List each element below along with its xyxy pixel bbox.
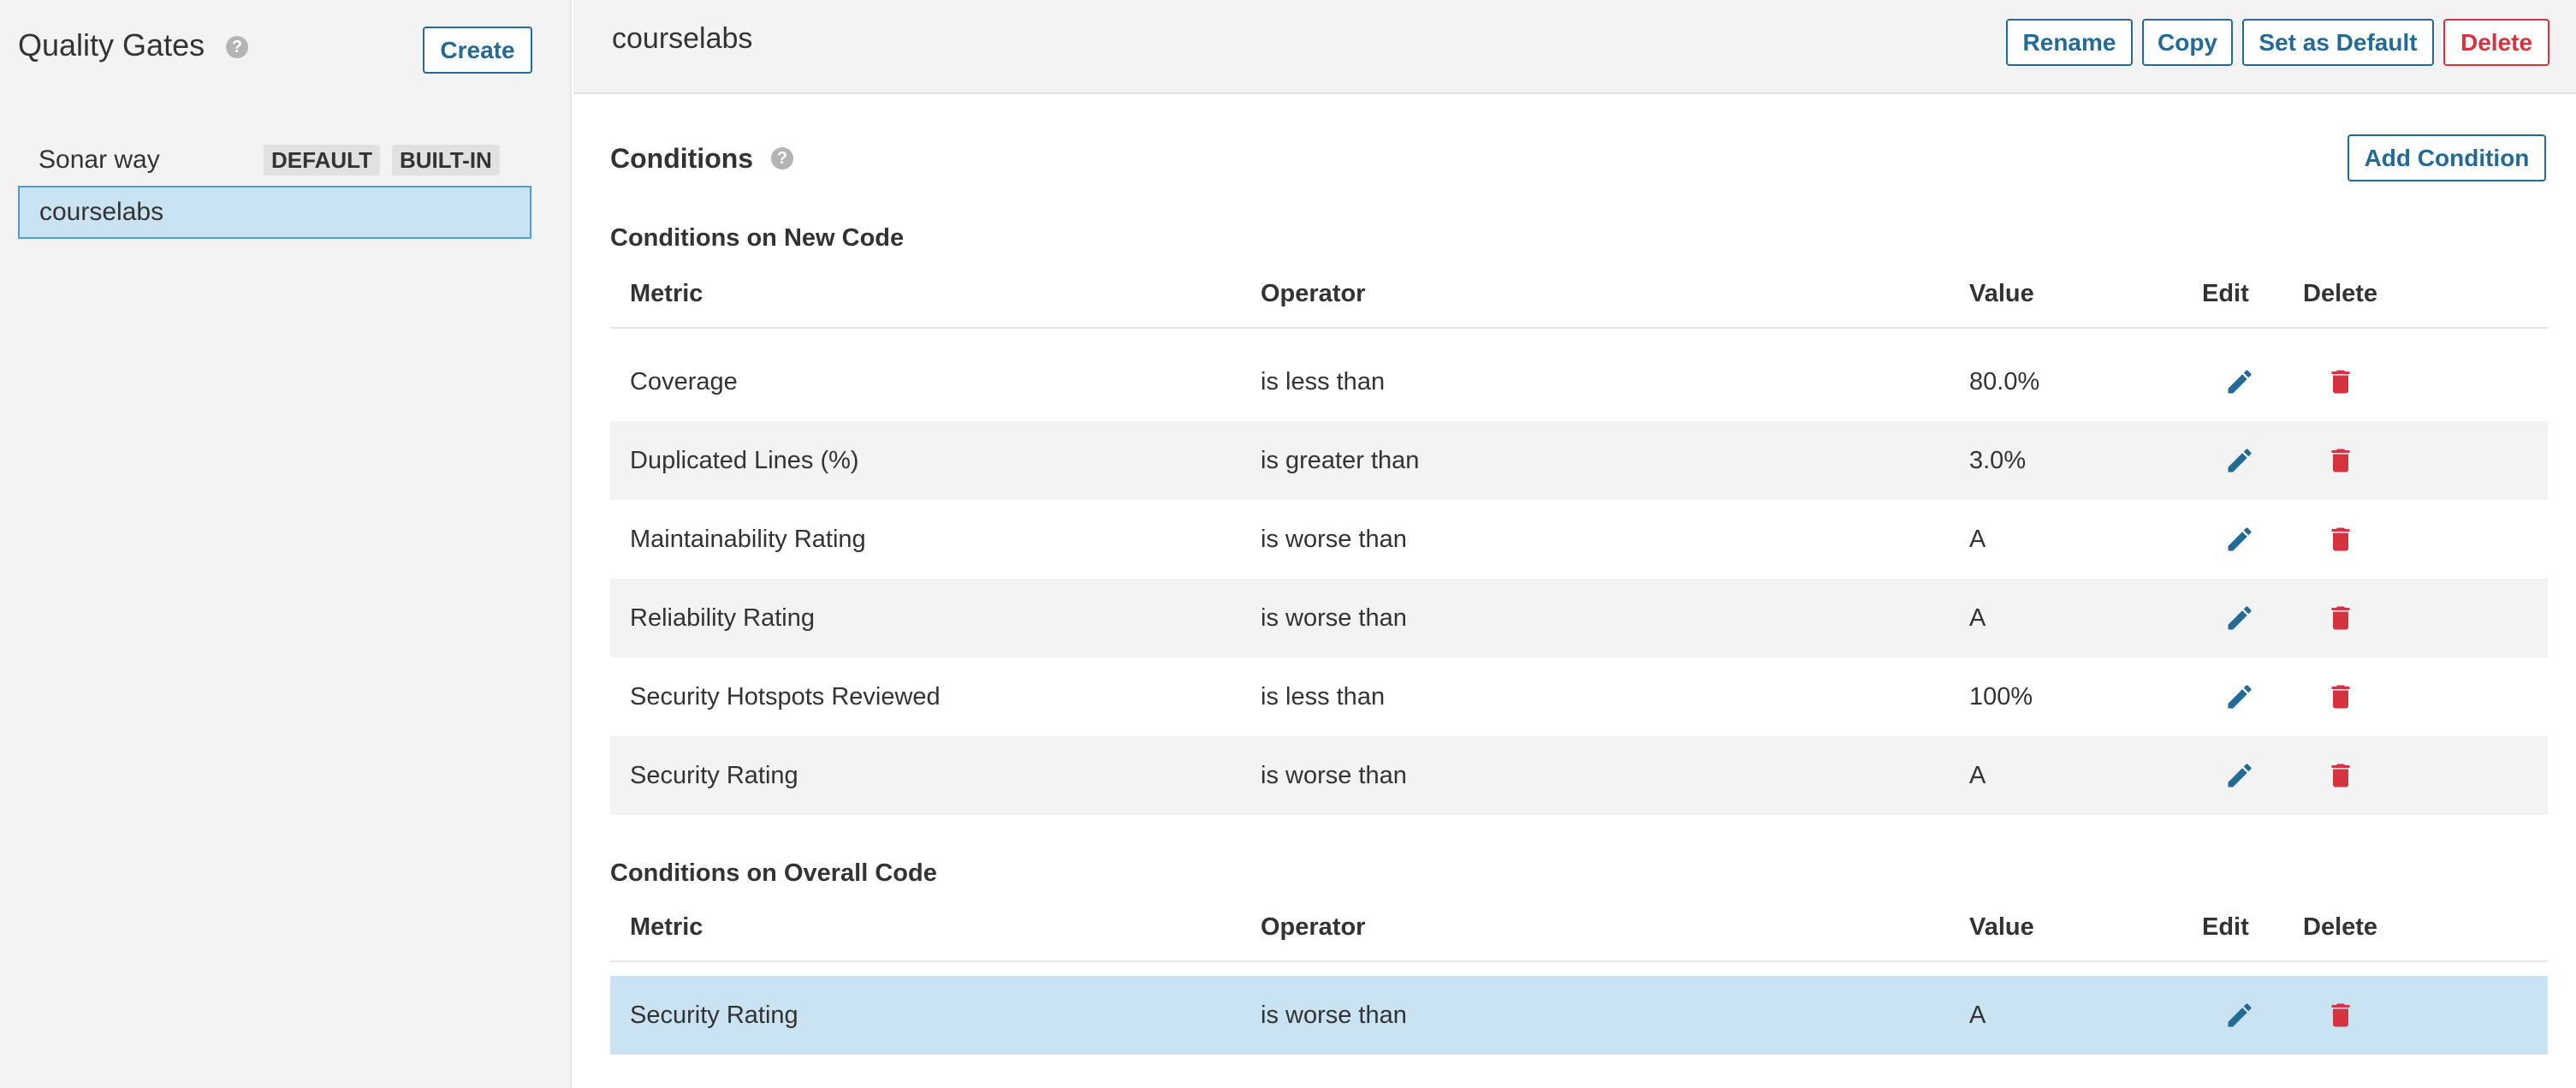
pencil-icon[interactable] <box>2224 366 2255 397</box>
pencil-icon[interactable] <box>2224 524 2255 555</box>
metric-cell: Coverage <box>630 368 738 395</box>
value-cell: 80.0% <box>1969 368 2040 395</box>
operator-cell: is worse than <box>1261 526 1407 553</box>
pencil-icon[interactable] <box>2224 760 2255 791</box>
delete-column-header: Delete <box>2303 280 2378 307</box>
gate-title: courselabs <box>612 22 753 55</box>
metric-cell: Security Hotspots Reviewed <box>630 683 941 710</box>
value-column-header: Value <box>1969 913 2034 941</box>
gate-list-item-sonar-way[interactable]: Sonar way DEFAULT BUILT-IN <box>18 134 531 187</box>
value-cell: A <box>1969 1002 1986 1029</box>
help-icon[interactable]: ? <box>226 36 248 58</box>
overall-code-section-title: Conditions on Overall Code <box>610 859 937 887</box>
conditions-title: Conditions <box>610 143 754 174</box>
built-in-badge: BUILT-IN <box>392 145 500 175</box>
trash-icon[interactable] <box>2325 681 2356 712</box>
table-row: Maintainability Rating is worse than A <box>610 500 2548 579</box>
delete-column-header: Delete <box>2303 913 2378 941</box>
gate-header: courselabs Rename Copy Set as Default De… <box>573 0 2576 94</box>
table-body: Coverage is less than 80.0% Duplicated L… <box>610 329 2548 815</box>
page-title: Quality Gates <box>18 27 205 62</box>
table-header: Metric Operator Value Edit Delete <box>610 899 2548 962</box>
metric-cell: Security Rating <box>630 1002 798 1029</box>
edit-column-header: Edit <box>2202 913 2249 941</box>
overall-code-conditions-table: Metric Operator Value Edit Delete Securi… <box>610 899 2548 1055</box>
delete-gate-button[interactable]: Delete <box>2443 19 2549 66</box>
metric-column-header: Metric <box>630 913 703 941</box>
default-badge: DEFAULT <box>264 145 380 175</box>
new-code-section-title: Conditions on New Code <box>610 224 905 252</box>
trash-icon[interactable] <box>2325 1000 2356 1031</box>
new-code-conditions-table: Metric Operator Value Edit Delete Covera… <box>610 265 2548 815</box>
table-row: Security Rating is worse than A <box>610 976 2548 1055</box>
main-panel: courselabs Rename Copy Set as Default De… <box>573 0 2576 1088</box>
metric-cell: Duplicated Lines (%) <box>630 447 859 474</box>
operator-column-header: Operator <box>1261 913 1366 941</box>
operator-cell: is worse than <box>1261 762 1407 789</box>
table-row: Reliability Rating is worse than A <box>610 579 2548 657</box>
table-row: Security Hotspots Reviewed is less than … <box>610 657 2548 736</box>
table-row: Security Rating is worse than A <box>610 736 2548 815</box>
metric-cell: Reliability Rating <box>630 604 815 632</box>
add-condition-button[interactable]: Add Condition <box>2347 134 2546 181</box>
metric-column-header: Metric <box>630 280 703 307</box>
trash-icon[interactable] <box>2325 524 2356 555</box>
edit-column-header: Edit <box>2202 280 2249 307</box>
create-button[interactable]: Create <box>423 27 532 74</box>
table-header: Metric Operator Value Edit Delete <box>610 265 2548 329</box>
help-icon[interactable]: ? <box>771 147 793 169</box>
rename-button[interactable]: Rename <box>2006 19 2133 66</box>
pencil-icon[interactable] <box>2224 445 2255 476</box>
table-row: Duplicated Lines (%) is greater than 3.0… <box>610 421 2548 500</box>
trash-icon[interactable] <box>2325 445 2356 476</box>
value-cell: 3.0% <box>1969 447 2027 474</box>
sidebar: Quality Gates ? Create Sonar way DEFAULT… <box>0 0 572 1088</box>
value-cell: A <box>1969 526 1986 553</box>
gate-name: Sonar way <box>39 146 160 174</box>
value-cell: A <box>1969 762 1986 789</box>
operator-cell: is less than <box>1261 368 1386 395</box>
gate-name: courselabs <box>39 198 164 226</box>
table-row: Coverage is less than 80.0% <box>610 342 2548 421</box>
metric-cell: Maintainability Rating <box>630 526 866 553</box>
pencil-icon[interactable] <box>2224 603 2255 633</box>
operator-cell: is worse than <box>1261 604 1407 632</box>
set-as-default-button[interactable]: Set as Default <box>2242 19 2434 66</box>
value-cell: 100% <box>1969 683 2033 710</box>
trash-icon[interactable] <box>2325 366 2356 397</box>
pencil-icon[interactable] <box>2224 681 2255 712</box>
operator-cell: is greater than <box>1261 447 1420 474</box>
pencil-icon[interactable] <box>2224 1000 2255 1031</box>
trash-icon[interactable] <box>2325 760 2356 791</box>
trash-icon[interactable] <box>2325 603 2356 633</box>
operator-cell: is less than <box>1261 683 1386 710</box>
metric-cell: Security Rating <box>630 762 798 789</box>
value-cell: A <box>1969 604 1986 632</box>
operator-cell: is worse than <box>1261 1002 1407 1029</box>
copy-button[interactable]: Copy <box>2142 19 2233 66</box>
gate-list-item-courselabs[interactable]: courselabs <box>18 186 531 239</box>
table-body: Security Rating is worse than A <box>610 962 2548 1055</box>
value-column-header: Value <box>1969 280 2034 307</box>
operator-column-header: Operator <box>1261 280 1366 307</box>
